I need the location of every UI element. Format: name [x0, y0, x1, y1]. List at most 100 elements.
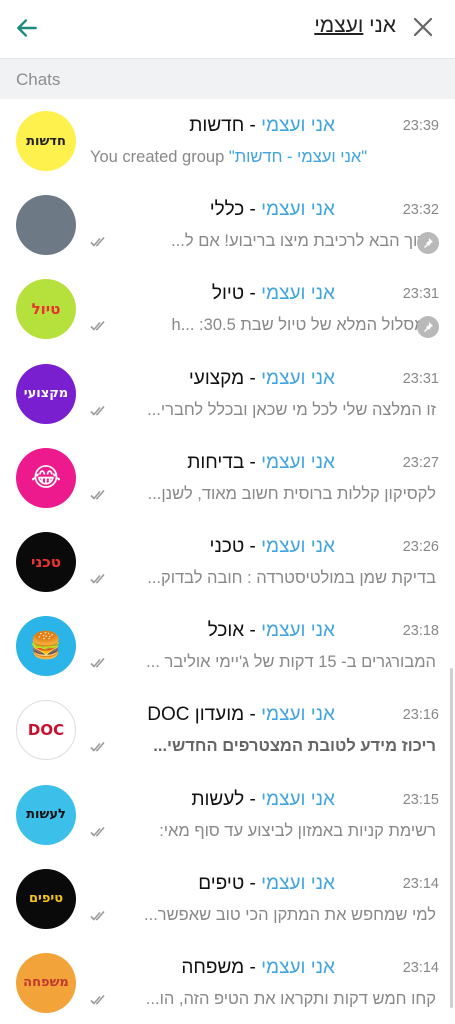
chat-row[interactable]: טיול אני ועצמי - טיול 23:31 המסלול המלא של …	[0, 268, 455, 352]
chat-name-rest: - בדיחות	[187, 451, 262, 473]
read-ticks-icon	[90, 489, 105, 500]
read-ticks-icon	[90, 658, 105, 668]
chat-name: אני ועצמי - מועדון DOC	[90, 704, 335, 730]
read-ticks-icon	[90, 994, 105, 1005]
chat-name-rest: - טכני	[209, 535, 262, 557]
avatar-label: 🍔	[29, 631, 63, 662]
read-ticks-icon	[90, 910, 105, 921]
chat-last-message: המבורגרים ב- 15 דקות של ג'יימי אוליבר ..…	[146, 653, 436, 672]
read-ticks-icon	[90, 405, 105, 416]
chat-last-message: לקסיקון קללות ברוסית חשוב מאוד, לשנן...	[147, 484, 436, 503]
avatar: טכני	[16, 531, 76, 592]
chat-last-message: המסלול המלא של טיול שבת 30.5: ...h	[171, 316, 436, 335]
chat-row[interactable]: טכני אני ועצמי - טכני 23:26 בדיקת שמן במולט…	[0, 521, 455, 605]
chat-last-message: קחו חמש דקות ותקראו את הטיפ הזה, הו...	[145, 989, 436, 1008]
chat-last-message: בדיקת שמן במולטיסטרדה : חובה לבדוק...	[147, 568, 436, 587]
chats-section-header: Chats	[0, 58, 455, 99]
search-toolbar: אני ועצמי	[0, 0, 455, 58]
chat-name: אני ועצמי - חדשות	[90, 115, 335, 141]
avatar-label: טיול	[31, 300, 61, 319]
chat-name-highlight: אני ועצמי	[261, 283, 335, 305]
chat-name: אני ועצמי - טכני	[90, 536, 335, 562]
avatar: טיול	[16, 279, 76, 340]
chat-row[interactable]: DOC אני ועצמי - מועדון DOC 23:16 ריכוז מידע…	[0, 689, 455, 773]
read-ticks-icon	[90, 321, 105, 332]
avatar-label: מקצועי	[23, 386, 69, 402]
close-icon[interactable]	[412, 16, 434, 38]
chat-name-rest: - משפחה	[181, 956, 262, 978]
chat-name-highlight: אני ועצמי	[261, 451, 335, 473]
chat-name: אני ועצמי - משפחה	[90, 957, 335, 983]
search-query-highlight: ועצמי	[314, 14, 364, 37]
chat-name: אני ועצמי - אוכל	[90, 620, 335, 646]
chat-last-message: ברוך הבא לרכיבת מיצו בריבוע! אם ל...	[171, 232, 436, 251]
chat-last-message: רשימת קניות באמזון לביצוע עד סוף מאי:	[159, 821, 436, 840]
chat-time: 23:14	[402, 875, 439, 892]
search-input[interactable]: אני ועצמי	[60, 14, 396, 42]
chat-name-rest: - חדשות	[189, 115, 262, 136]
chat-row[interactable]: 🍔 אני ועצמי - אוכל 23:18 המבורגרים ב- 15 דק…	[0, 605, 455, 689]
avatar: משפחה	[16, 952, 76, 1013]
avatar: 😂	[16, 447, 76, 508]
avatar: טיפים	[16, 868, 76, 929]
chat-time: 23:15	[402, 791, 439, 808]
chat-row[interactable]: משפחה אני ועצמי - משפחה 23:14 קחו חמש דקות …	[0, 942, 455, 1024]
chat-time: 23:27	[402, 454, 439, 471]
scrollbar[interactable]	[450, 668, 453, 1008]
chat-name-highlight: אני ועצמי	[261, 788, 335, 810]
avatar-label: משפחה	[23, 975, 69, 991]
chat-name: אני ועצמי - טיול	[90, 283, 335, 309]
chat-time: 23:16	[402, 707, 439, 724]
avatar-label: DOC	[27, 721, 65, 740]
chat-row[interactable]: חדשות אני ועצמי - חדשות 23:39 You created g…	[0, 100, 455, 184]
chat-row[interactable]: אני ועצמי - כללי 23:32 ברוך הבא לרכיבת מיצ…	[0, 184, 455, 268]
message-highlight: "אני ועצמי - חדשות"	[228, 148, 368, 166]
chat-name: אני ועצמי - בדיחות	[90, 452, 335, 478]
chat-last-message: ריכוז מידע לטובת המצטרפים החדשי...	[112, 737, 436, 761]
chat-row[interactable]: טיפים אני ועצמי - טיפים 23:14 למי שמחפש את …	[0, 858, 455, 942]
chat-row[interactable]: לעשות אני ועצמי - לעשות 23:15 רשימת קניות ב…	[0, 774, 455, 858]
chat-name-rest: - אוכל	[207, 620, 262, 642]
chat-name: אני ועצמי - טיפים	[90, 873, 335, 899]
chat-name-rest: - טיול	[211, 283, 262, 305]
chat-name: אני ועצמי - כללי	[90, 199, 335, 225]
chat-name-highlight: אני ועצמי	[261, 704, 335, 726]
search-query-rest: אני	[363, 14, 396, 37]
chat-time: 23:39	[402, 118, 439, 134]
chat-time: 23:31	[402, 370, 439, 387]
chat-name: אני ועצמי - מקצועי	[90, 368, 335, 394]
message-text: ריכוז מידע לטובת המצטרפים החדשי...	[153, 737, 436, 756]
chat-name-rest: - מקצועי	[188, 367, 262, 389]
chat-name-highlight: אני ועצמי	[261, 620, 335, 642]
chat-row[interactable]: 😂 אני ועצמי - בדיחות 23:27 לקסיקון קללות בר…	[0, 437, 455, 521]
chat-name-highlight: אני ועצמי	[261, 367, 335, 389]
avatar: מקצועי	[16, 363, 76, 424]
avatar: 🍔	[16, 616, 76, 677]
chat-time: 23:31	[402, 286, 439, 303]
avatar: לעשות	[16, 784, 76, 845]
message-text: You created group	[90, 148, 229, 166]
chat-time: 23:18	[402, 623, 439, 640]
avatar-label: 😂	[30, 462, 62, 493]
avatar-label: לעשות	[26, 807, 66, 822]
avatar: חדשות	[16, 111, 76, 171]
chat-name-rest: - מועדון DOC	[147, 704, 262, 726]
chat-name-rest: - כללי	[209, 199, 262, 221]
chat-time: 23:32	[402, 202, 439, 219]
avatar	[16, 195, 76, 256]
read-ticks-icon	[90, 742, 105, 752]
chat-name-rest: - לעשות	[191, 788, 262, 810]
avatar-label: טיפים	[28, 891, 64, 907]
chat-list: חדשות אני ועצמי - חדשות 23:39 You created g…	[0, 100, 455, 1024]
chat-last-message: זו המלצה שלי לכל מי שכאן ובכלל לחברי...	[147, 400, 436, 419]
chat-row[interactable]: מקצועי אני ועצמי - מקצועי 23:31 זו המלצה של…	[0, 353, 455, 437]
chat-name: אני ועצמי - לעשות	[90, 789, 335, 815]
avatar-label: טכני	[31, 552, 61, 571]
chat-name-highlight: אני ועצמי	[261, 535, 335, 557]
avatar: DOC	[16, 700, 76, 761]
back-arrow-icon[interactable]	[14, 15, 40, 41]
chat-last-message: למי שמחפש את המתקן הכי טוב שאפשר...	[144, 905, 436, 924]
section-title: Chats	[16, 70, 61, 89]
chat-last-message: You created group "אני ועצמי - חדשות"	[90, 148, 435, 172]
chat-name-highlight: אני ועצמי	[261, 115, 335, 136]
